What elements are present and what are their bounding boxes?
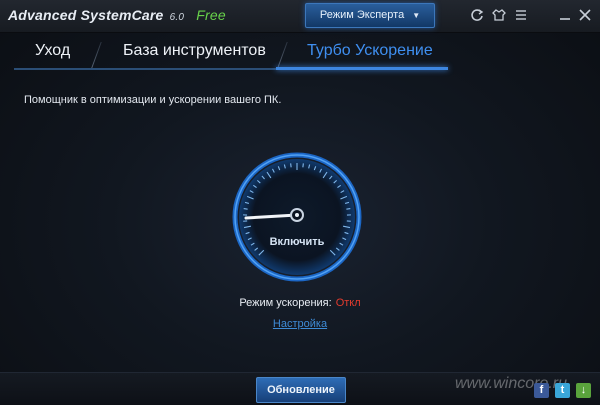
menu-icon[interactable] xyxy=(514,8,528,22)
download-icon[interactable]: ↓ xyxy=(576,383,591,398)
tab-turbo-boost[interactable]: Турбо Ускорение xyxy=(307,42,433,60)
page-subtitle: Помощник в оптимизации и ускорении вашег… xyxy=(24,94,282,106)
update-button[interactable]: Обновление xyxy=(256,377,346,403)
gauge-tick xyxy=(243,208,248,210)
title-bar: Advanced SystemCare 6.0 Free Режим Экспе… xyxy=(0,0,600,33)
minimize-icon[interactable] xyxy=(558,8,572,22)
turbo-gauge[interactable] xyxy=(232,152,362,282)
app-edition: Free xyxy=(196,7,226,23)
close-icon[interactable] xyxy=(578,8,592,22)
facebook-icon[interactable]: f xyxy=(534,383,549,398)
app-name: Advanced SystemCare xyxy=(8,7,164,23)
watermark: www.wincore.ru xyxy=(455,375,568,392)
twitter-icon[interactable]: t xyxy=(555,383,570,398)
settings-link[interactable]: Настройка xyxy=(0,318,600,330)
shirt-skin-icon[interactable] xyxy=(492,8,506,22)
expert-mode-label: Режим Эксперта xyxy=(319,9,405,21)
enable-turbo-button[interactable]: Включить xyxy=(232,236,362,248)
gauge-tick xyxy=(346,208,351,210)
boost-mode-status: Режим ускорения: Откл xyxy=(0,297,600,309)
tab-active-indicator xyxy=(276,67,448,70)
app-title: Advanced SystemCare 6.0 Free xyxy=(8,7,226,23)
expert-mode-dropdown[interactable]: Режим Эксперта ▼ xyxy=(305,3,435,28)
tab-care[interactable]: Уход xyxy=(35,42,70,60)
tab-separator xyxy=(91,42,102,68)
tab-bar: Уход База инструментов Турбо Ускорение xyxy=(0,36,600,70)
caret-down-icon: ▼ xyxy=(412,11,421,20)
boost-mode-value: Откл xyxy=(335,297,361,309)
tab-toolbox[interactable]: База инструментов xyxy=(123,42,266,60)
boost-mode-label: Режим ускорения: xyxy=(239,297,332,309)
app-window: Advanced SystemCare 6.0 Free Режим Экспе… xyxy=(0,0,600,405)
app-version: 6.0 xyxy=(169,12,185,23)
refresh-icon[interactable] xyxy=(470,8,484,22)
tab-separator xyxy=(277,42,288,68)
